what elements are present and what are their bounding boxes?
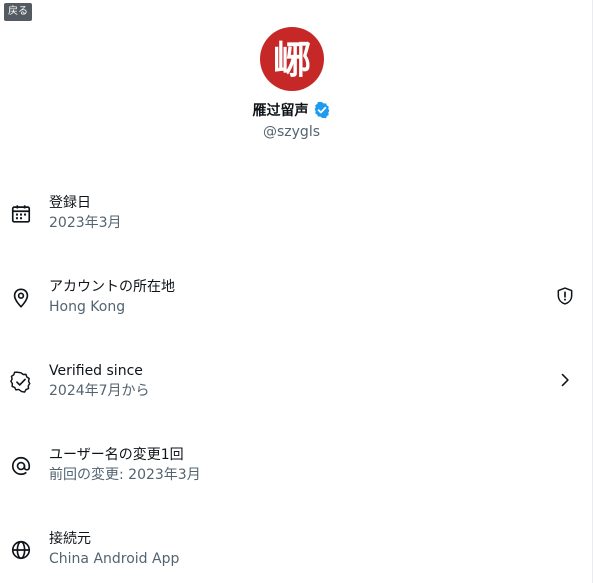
info-row-verified[interactable]: Verified since 2024年7月から xyxy=(0,362,583,406)
info-row-connected-via: 接続元 China Android App xyxy=(0,530,583,574)
shield-alert-icon[interactable] xyxy=(555,286,575,306)
about-account-page: 戻る 峫 雁过留声 @szygls 登録日 2023年3月 アカウントの所在地 … xyxy=(0,0,593,583)
verified-badge-icon xyxy=(314,101,329,119)
row-title: ユーザー名の変更1回 xyxy=(49,447,184,463)
at-sign-icon xyxy=(11,456,31,476)
info-row-joined: 登録日 2023年3月 xyxy=(0,194,583,238)
globe-icon xyxy=(11,540,31,560)
row-subtitle: China Android App xyxy=(49,551,180,567)
row-title: 登録日 xyxy=(49,195,91,211)
row-title: 接続元 xyxy=(49,531,91,547)
row-subtitle: Hong Kong xyxy=(49,299,126,315)
row-title: アカウントの所在地 xyxy=(49,279,175,295)
row-subtitle: 前回の変更: 2023年3月 xyxy=(49,467,201,483)
info-row-username-changes: ユーザー名の変更1回 前回の変更: 2023年3月 xyxy=(0,446,583,490)
row-title: Verified since xyxy=(49,363,143,379)
location-pin-icon xyxy=(13,288,29,308)
profile-header: 峫 雁过留声 @szygls xyxy=(0,27,583,140)
row-subtitle: 2024年7月から xyxy=(49,383,150,399)
display-name: 雁过留声 xyxy=(252,103,309,119)
svg-text:峫: 峫 xyxy=(272,37,310,82)
row-subtitle: 2023年3月 xyxy=(49,215,122,231)
info-row-location: アカウントの所在地 Hong Kong xyxy=(0,278,583,322)
username-handle: @szygls xyxy=(263,124,320,140)
chevron-right-icon[interactable] xyxy=(555,370,575,390)
verified-check-icon xyxy=(10,371,31,393)
back-button[interactable]: 戻る xyxy=(4,3,32,21)
calendar-icon xyxy=(11,205,31,223)
avatar[interactable]: 峫 xyxy=(259,27,324,91)
avatar-logo-icon: 峫 xyxy=(272,37,310,82)
